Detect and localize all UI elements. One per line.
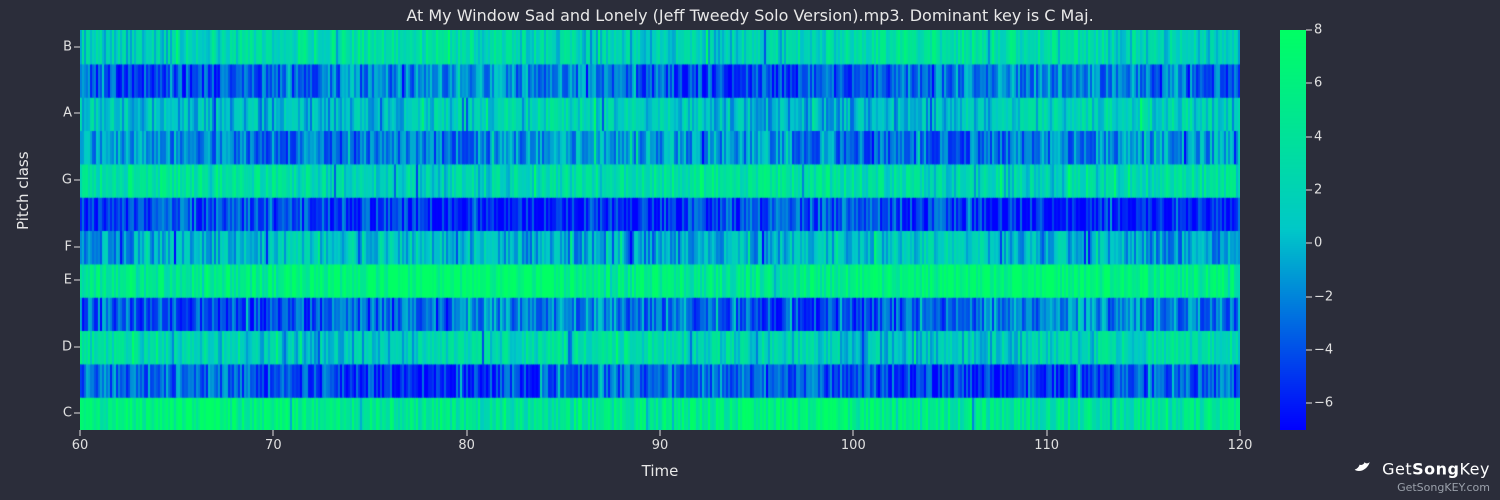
x-tick-mark bbox=[466, 430, 467, 436]
x-tick-label: 90 bbox=[652, 438, 669, 453]
x-tick-label: 60 bbox=[72, 438, 89, 453]
y-tick-label: D bbox=[62, 339, 72, 354]
y-tick-label: B bbox=[63, 39, 72, 54]
chromagram-figure: At My Window Sad and Lonely (Jeff Tweedy… bbox=[0, 0, 1500, 500]
colorbar-tick-mark bbox=[1306, 296, 1312, 297]
colorbar-tick-label: −6 bbox=[1314, 396, 1333, 411]
x-tick-mark bbox=[1046, 430, 1047, 436]
x-tick-label: 100 bbox=[841, 438, 866, 453]
y-tick-label: F bbox=[65, 239, 72, 254]
colorbar-tick-label: 4 bbox=[1314, 129, 1322, 144]
colorbar-tick-label: −4 bbox=[1314, 343, 1333, 358]
colorbar-tick-label: 8 bbox=[1314, 23, 1322, 38]
x-tick-mark bbox=[1240, 430, 1241, 436]
y-axis: C D E F G A B bbox=[0, 30, 80, 430]
colorbar bbox=[1280, 30, 1306, 430]
colorbar-tick-mark bbox=[1306, 243, 1312, 244]
colorbar-tick-label: −2 bbox=[1314, 289, 1333, 304]
colorbar-tick-mark bbox=[1306, 190, 1312, 191]
heatmap-plot bbox=[80, 30, 1240, 430]
x-tick-mark bbox=[853, 430, 854, 436]
y-tick-label: G bbox=[62, 173, 72, 188]
x-axis-label: Time bbox=[80, 462, 1240, 480]
colorbar-tick-mark bbox=[1306, 350, 1312, 351]
x-tick-label: 120 bbox=[1228, 438, 1253, 453]
colorbar-tick-mark bbox=[1306, 30, 1312, 31]
watermark-url: GetSongKEY.com bbox=[1353, 482, 1490, 494]
x-tick-label: 110 bbox=[1034, 438, 1059, 453]
y-tick-label: A bbox=[63, 106, 72, 121]
colorbar-tick-mark bbox=[1306, 83, 1312, 84]
watermark-brand: GetSongKey bbox=[1382, 460, 1490, 479]
x-tick-mark bbox=[660, 430, 661, 436]
colorbar-tick-label: 6 bbox=[1314, 76, 1322, 91]
chart-title: At My Window Sad and Lonely (Jeff Tweedy… bbox=[0, 6, 1500, 25]
colorbar-tick-label: 0 bbox=[1314, 236, 1322, 251]
y-tick-label: C bbox=[63, 406, 72, 421]
bird-icon bbox=[1353, 458, 1373, 482]
watermark: GetSongKey GetSongKEY.com bbox=[1353, 458, 1490, 494]
colorbar-tick-mark bbox=[1306, 403, 1312, 404]
colorbar-axis: −6−4−202468 bbox=[1306, 30, 1356, 430]
x-tick-mark bbox=[80, 430, 81, 436]
x-tick-label: 80 bbox=[458, 438, 475, 453]
colorbar-tick-label: 2 bbox=[1314, 183, 1322, 198]
colorbar-tick-mark bbox=[1306, 136, 1312, 137]
x-tick-label: 70 bbox=[265, 438, 282, 453]
x-tick-mark bbox=[273, 430, 274, 436]
y-tick-label: E bbox=[64, 273, 72, 288]
